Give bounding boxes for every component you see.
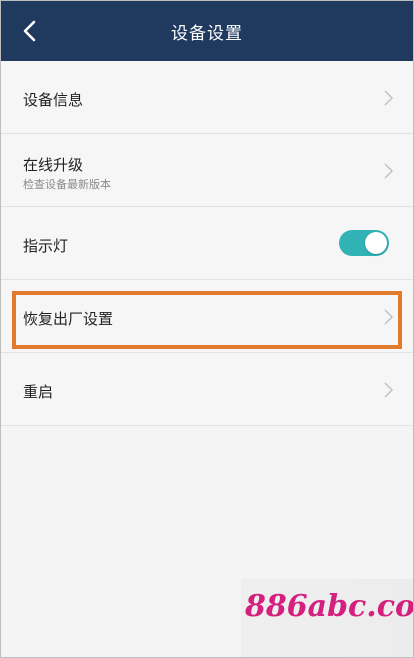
settings-item-restart[interactable]: 重启 bbox=[1, 353, 413, 426]
nav-header: 设备设置 bbox=[1, 1, 413, 61]
indicator-light-toggle[interactable] bbox=[339, 230, 389, 256]
settings-item-sublabel: 检查设备最新版本 bbox=[23, 178, 111, 191]
watermark-text: 886abc.com bbox=[245, 589, 414, 624]
chevron-right-icon bbox=[384, 382, 394, 398]
settings-item-label: 设备信息 bbox=[23, 91, 84, 109]
toggle-knob bbox=[365, 232, 387, 254]
screen: 设备设置 设备信息 在线升级 检查设备最新版本 指示灯 恢复出厂设置 重启 88… bbox=[0, 0, 414, 658]
settings-item-device-info[interactable]: 设备信息 bbox=[1, 61, 413, 134]
chevron-right-icon bbox=[384, 90, 394, 106]
settings-item-label: 指示灯 bbox=[23, 237, 69, 255]
settings-item-indicator-light: 指示灯 bbox=[1, 207, 413, 280]
page-title: 设备设置 bbox=[171, 23, 243, 44]
chevron-right-icon bbox=[384, 163, 394, 179]
settings-item-online-upgrade[interactable]: 在线升级 检查设备最新版本 bbox=[1, 134, 413, 207]
settings-item-label: 重启 bbox=[23, 383, 54, 401]
factory-reset-highlight-box bbox=[12, 291, 402, 349]
settings-list: 设备信息 在线升级 检查设备最新版本 指示灯 恢复出厂设置 重启 bbox=[1, 61, 413, 426]
settings-item-label: 在线升级 bbox=[23, 156, 84, 174]
